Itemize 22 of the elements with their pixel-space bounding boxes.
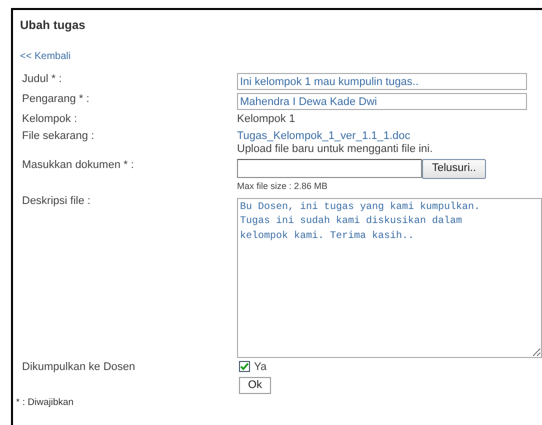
file-field[interactable]: [237, 159, 422, 178]
help-text: Upload file baru untuk mengganti file ini.: [237, 142, 434, 156]
field-label: Kelompok :: [21, 113, 78, 127]
field-label: Masukkan dokumen * :: [21, 158, 135, 173]
field-label: Pengarang * :: [21, 93, 90, 108]
footnote: * : Diwajibkan: [16, 397, 75, 409]
field-label: Judul * :: [21, 73, 63, 88]
description-field[interactable]: Bu Dosen, ini tugas yang kami kumpulkan. Tugas ini sudah kami diskusikan dalam kelompok kami. Terima kasih..: [237, 198, 542, 358]
field-value: Kelompok 1: [237, 113, 296, 126]
back-link[interactable]: << Kembali: [20, 51, 71, 64]
field-label: File sekarang :: [21, 130, 96, 144]
file-link[interactable]: Tugas_Kelompok_1_ver_1.1_1.doc: [237, 130, 410, 143]
field-label: Dikumpulkan ke Dosen: [21, 360, 136, 375]
ok-button[interactable]: Ok: [239, 376, 272, 394]
checkbox-label: Ya: [254, 360, 267, 373]
help-text: Max file size : 2.86 MB: [237, 180, 329, 192]
browse-button[interactable]: Telusuri..: [422, 158, 486, 179]
text-field[interactable]: Ini kelompok 1 mau kumpulin tugas..: [237, 73, 527, 90]
field-label: Deskripsi file :: [21, 194, 92, 209]
text-field[interactable]: Mahendra I Dewa Kade Dwi: [237, 93, 527, 110]
checkbox[interactable]: [239, 361, 250, 372]
page-title: Ubah tugas: [20, 18, 86, 32]
